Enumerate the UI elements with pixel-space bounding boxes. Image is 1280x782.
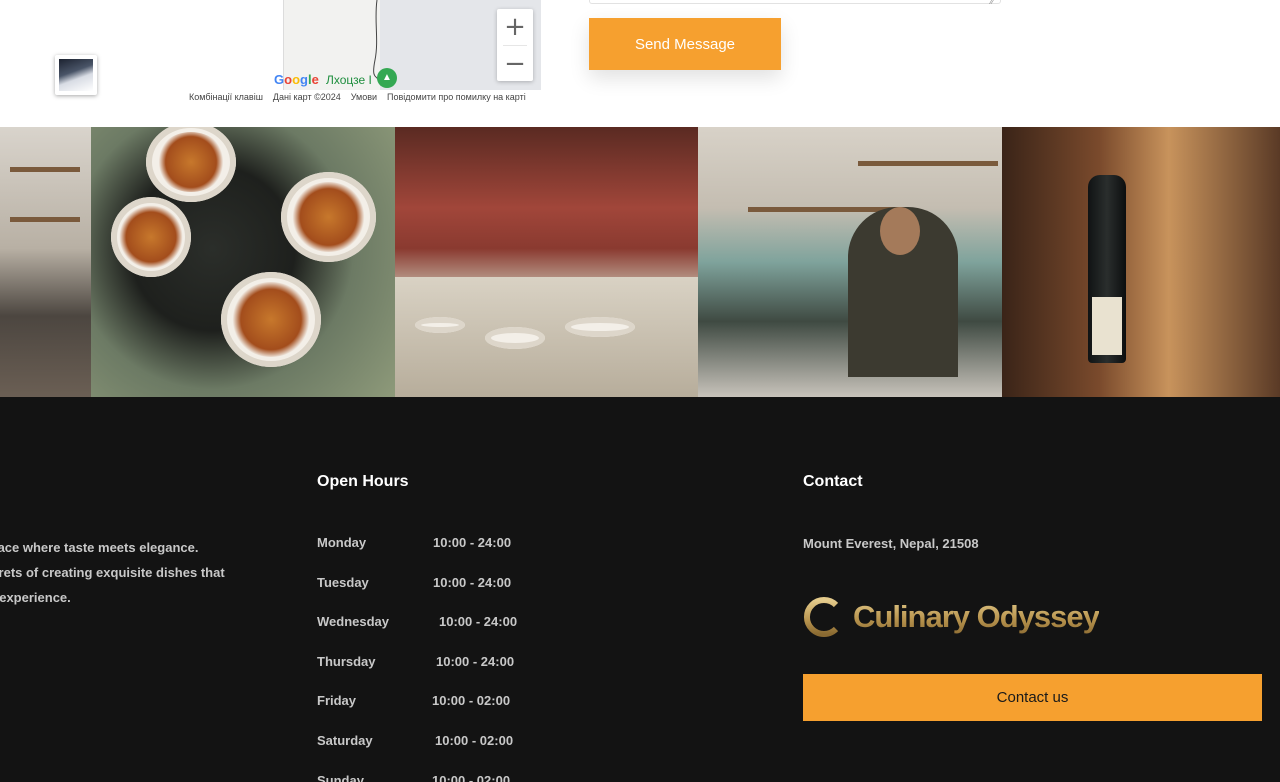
shelf-decoration (10, 217, 80, 222)
map-trail-line (373, 0, 379, 80)
hours-day: Monday (317, 535, 367, 550)
plate (415, 317, 465, 333)
message-textarea[interactable] (589, 0, 1001, 4)
map-data-label: Дані карт ©2024 (272, 92, 341, 102)
hours-day: Thursday (317, 653, 376, 669)
hours-day: Saturday (317, 732, 373, 748)
terms-link[interactable]: Умови (351, 91, 377, 104)
google-logo-letter: G (274, 72, 285, 87)
hours-day: Tuesday (317, 574, 369, 590)
gallery-image-barista[interactable] (698, 127, 1002, 397)
bottle-label (1092, 297, 1122, 355)
barista-head (880, 207, 920, 255)
hours-day: Wednesday (317, 614, 390, 630)
tablecloth (395, 277, 698, 397)
zoom-out-button[interactable]: − (497, 46, 533, 82)
report-error-link[interactable]: Повідомити про помилку на карті (387, 91, 526, 104)
contact-section: + − Google Лхоцзе I ▲ Комбінації клавіш … (0, 0, 1280, 127)
embedded-map[interactable]: + − Google Лхоцзе I ▲ Комбінації клавіш … (0, 0, 541, 104)
google-logo-letter: o (284, 72, 293, 87)
hours-time: 10:00 - 24:00 (433, 535, 512, 550)
hours-time: 10:00 - 24:00 (436, 653, 515, 669)
map-zoom-controls: + − (497, 9, 533, 81)
hours-day: Sunday (317, 772, 364, 782)
map-place-label[interactable]: Лхоцзе I (326, 73, 372, 87)
food (231, 282, 311, 357)
hours-time: 10:00 - 02:00 (432, 693, 511, 709)
about-line: w the secrets of creating exquisite dish… (0, 565, 225, 580)
google-logo-letter: g (300, 72, 308, 87)
gallery-image-wine-bottle[interactable] (1002, 127, 1280, 397)
food (291, 182, 366, 252)
gallery-image-burgers-and-fries[interactable] (91, 127, 395, 397)
satellite-preview-icon (59, 59, 93, 91)
footer-about-text: ssey, a place where taste meets elegance… (0, 535, 300, 610)
plate (565, 317, 635, 337)
google-logo-letter: o (292, 72, 301, 87)
hours-time: 10:00 - 02:00 (432, 772, 511, 782)
hours-day: Friday (317, 693, 357, 709)
contact-us-button[interactable]: Contact us (803, 674, 1262, 721)
shelf-decoration (858, 161, 998, 166)
resize-grip-icon[interactable]: ⁄⁄ (991, 0, 994, 7)
mountain-pin-icon[interactable]: ▲ (377, 68, 397, 88)
shelf-decoration (10, 167, 80, 172)
about-line: tronomic experience. (0, 590, 71, 605)
gallery-image-dining-table[interactable] (395, 127, 698, 397)
about-line: ssey, a place where taste meets elegance… (0, 540, 199, 555)
google-logo: Google (274, 72, 319, 87)
hours-time: 10:00 - 02:00 (435, 732, 514, 748)
brand-logo[interactable]: Culinary Odyssey (803, 597, 1100, 637)
contact-address: Mount Everest, Nepal, 21508 (803, 536, 979, 551)
google-logo-letter: e (311, 72, 319, 87)
food (119, 205, 183, 269)
brand-c-icon (803, 597, 839, 637)
map-satellite-toggle[interactable] (55, 55, 97, 95)
hours-time: 10:00 - 24:00 (439, 614, 518, 630)
hours-time: 10:00 - 24:00 (433, 574, 512, 590)
brand-name: Culinary Odyssey (853, 599, 1100, 634)
site-footer: ssey, a place where taste meets elegance… (0, 397, 1280, 782)
send-message-button[interactable]: Send Message (589, 18, 781, 70)
food (156, 132, 226, 192)
open-hours-title: Open Hours (317, 473, 409, 490)
contact-title: Contact (803, 473, 863, 490)
gallery-image-cafe-interior[interactable] (0, 127, 91, 397)
zoom-in-button[interactable]: + (497, 9, 533, 45)
keyboard-shortcuts-link[interactable]: Комбінації клавіш (189, 91, 263, 104)
plate (485, 327, 545, 349)
map-attribution: Комбінації клавіш Дані карт ©2024 Умови … (185, 91, 530, 104)
photo-gallery (0, 127, 1280, 397)
